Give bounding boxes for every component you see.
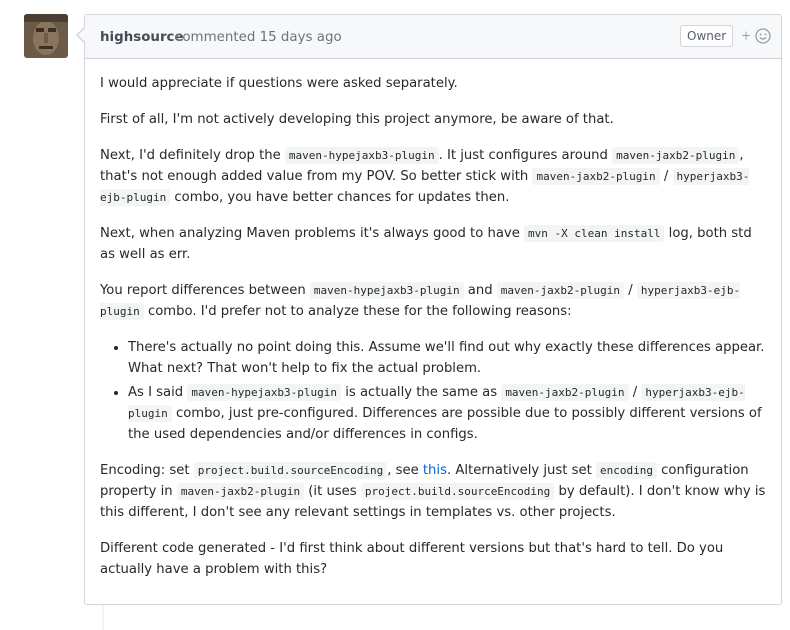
inline-code: mvn -X clean install: [524, 225, 665, 242]
paragraph-1: I would appreciate if questions were ask…: [100, 76, 458, 91]
smiley-icon: [755, 28, 771, 44]
inline-code: project.build.sourceEncoding: [360, 483, 555, 500]
reaction-plus: +: [741, 28, 752, 43]
paragraph-6: Encoding: set project.build.sourceEncodi…: [100, 462, 766, 520]
inline-code: maven-hypejaxb3-plugin: [284, 147, 439, 164]
inline-code: encoding: [595, 462, 657, 479]
paragraph-7: Different code generated - I'd first thi…: [100, 541, 724, 577]
comment-header: highsource commented 15 days ago Owner +: [85, 15, 781, 59]
reasons-list: There's actually no point doing this. As…: [100, 337, 766, 445]
owner-badge: Owner: [680, 25, 734, 47]
inline-code: maven-hypejaxb3-plugin: [187, 384, 342, 401]
add-reaction-button[interactable]: +: [741, 28, 771, 46]
inline-code: maven-jaxb2-plugin: [501, 384, 629, 401]
list-item: As I said maven-hypejaxb3-plugin is actu…: [128, 382, 766, 445]
author-link[interactable]: highsource: [100, 30, 184, 45]
list-item: There's actually no point doing this. As…: [128, 337, 766, 379]
paragraph-2: First of all, I'm not actively developin…: [100, 112, 614, 127]
paragraph-3: Next, I'd definitely drop the maven-hype…: [100, 147, 750, 206]
inline-code: project.build.sourceEncoding: [193, 462, 388, 479]
comment-timestamp[interactable]: commented 15 days ago: [175, 30, 342, 45]
comment-caret-inner: [78, 28, 85, 42]
inline-code: maven-hypejaxb3-plugin: [309, 282, 464, 299]
inline-code: maven-jaxb2-plugin: [176, 483, 305, 500]
comment-box: highsource commented 15 days ago Owner +…: [76, 14, 782, 605]
inline-code: maven-jaxb2-plugin: [532, 168, 660, 185]
inline-code: maven-jaxb2-plugin: [496, 282, 624, 299]
paragraph-5: You report differences between maven-hyp…: [100, 282, 741, 320]
this-link[interactable]: this: [423, 463, 447, 478]
comment-body: I would appreciate if questions were ask…: [85, 59, 781, 580]
inline-code: maven-jaxb2-plugin: [612, 147, 740, 164]
paragraph-4: Next, when analyzing Maven problems it's…: [100, 225, 752, 262]
avatar[interactable]: [24, 14, 68, 58]
